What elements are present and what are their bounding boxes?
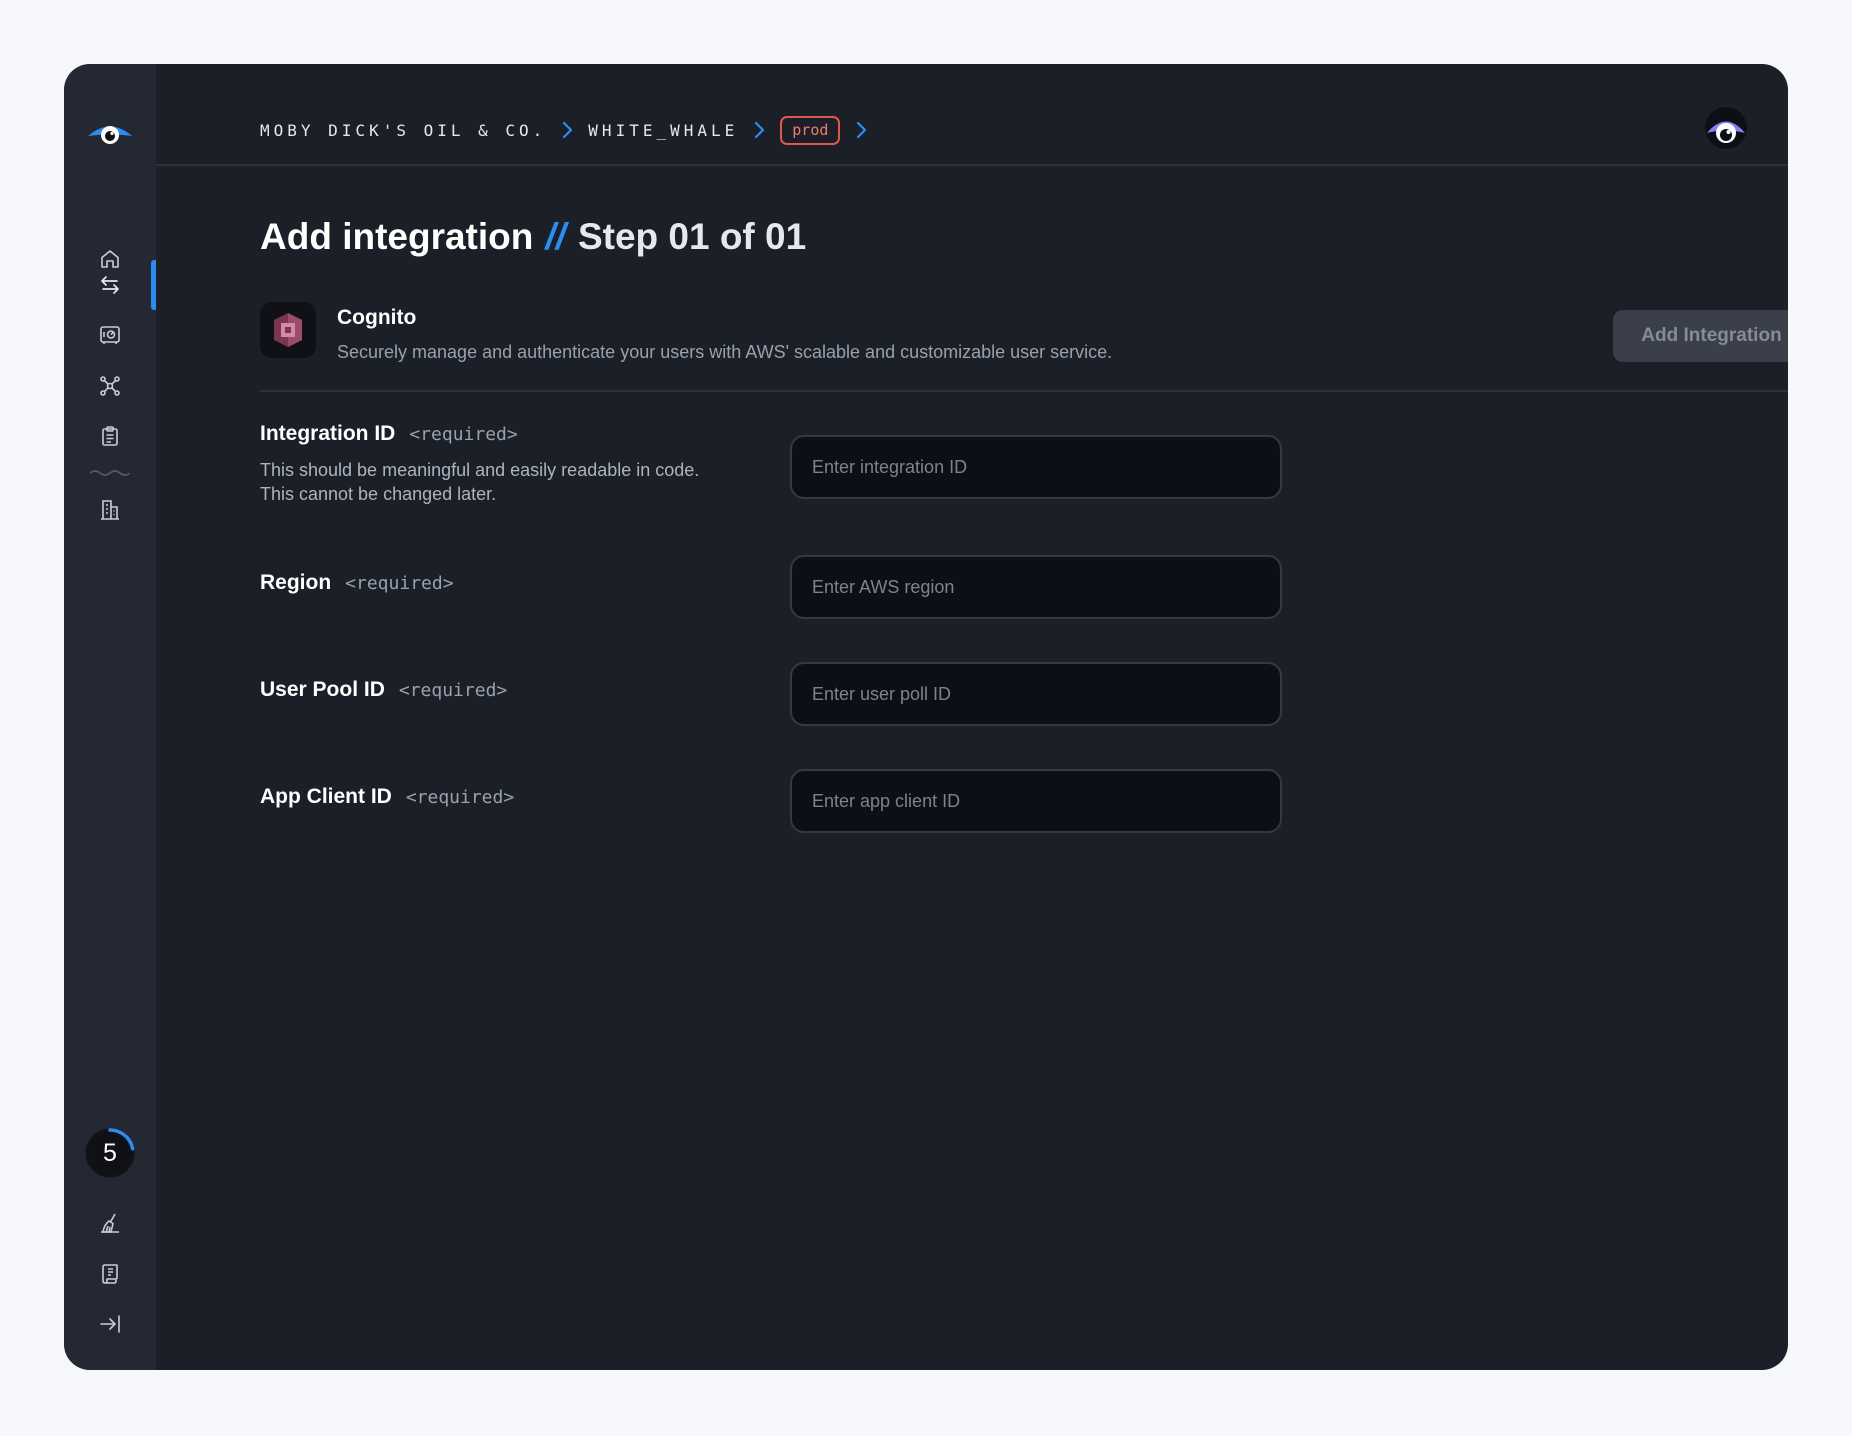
cognito-logo-icon: [260, 302, 316, 358]
building-icon: [101, 500, 119, 520]
broom-icon: [101, 1213, 119, 1233]
scroll-icon: [102, 1264, 118, 1284]
integration-id-input[interactable]: [790, 435, 1282, 499]
progress-count: 5: [103, 1138, 117, 1167]
clipboard-icon: [102, 426, 118, 446]
required-tag: <required>: [409, 424, 518, 445]
chevron-right-icon: [560, 121, 574, 139]
integration-id-label: Integration ID: [260, 422, 396, 445]
sidebar-item-organization[interactable]: [64, 485, 156, 535]
integration-header: Cognito Securely manage and authenticate…: [260, 302, 1788, 392]
region-input[interactable]: [790, 555, 1282, 619]
region-label: Region: [260, 571, 332, 594]
breadcrumb-org[interactable]: MOBY DICK'S OIL & CO.: [260, 121, 546, 140]
eye-logo-icon[interactable]: [86, 119, 134, 149]
swap-arrows-icon: [101, 276, 119, 294]
page-title: Add integration // Step 01 of 01: [260, 216, 806, 258]
page-title-text: Add integration: [260, 216, 534, 257]
sidebar-item-docs[interactable]: [64, 1249, 156, 1299]
required-tag: <required>: [398, 680, 508, 701]
sidebar-item-collapse[interactable]: [64, 1299, 156, 1349]
required-tag: <required>: [345, 573, 454, 594]
header-divider: [260, 390, 1788, 392]
step-indicator: Step 01 of 01: [577, 216, 807, 257]
app-client-id-label: App Client ID: [260, 785, 392, 808]
required-tag: <required>: [405, 787, 515, 808]
integration-description: Securely manage and authenticate your us…: [337, 342, 1113, 362]
add-integration-button[interactable]: Add Integration: [1613, 310, 1788, 362]
sidebar-item-connections[interactable]: [64, 361, 156, 411]
breadcrumb: MOBY DICK'S OIL & CO. WHITE_WHALE prod: [260, 114, 868, 146]
arrow-to-right-icon: [100, 1315, 120, 1333]
safe-icon: [100, 326, 120, 344]
user-pool-id-input[interactable]: [790, 662, 1282, 726]
sidebar-item-clipboard[interactable]: [64, 411, 156, 461]
user-avatar[interactable]: [1704, 106, 1748, 150]
top-bar: MOBY DICK'S OIL & CO. WHITE_WHALE prod: [156, 64, 1788, 166]
sidebar: 5: [64, 64, 156, 1370]
chevron-right-icon: [752, 121, 766, 139]
breadcrumb-project[interactable]: WHITE_WHALE: [588, 121, 738, 140]
sidebar-item-integrations[interactable]: [64, 260, 156, 310]
integration-name: Cognito: [337, 306, 417, 329]
environment-badge[interactable]: prod: [780, 115, 841, 145]
network-icon: [100, 376, 120, 396]
sidebar-item-vault[interactable]: [64, 310, 156, 360]
main-content: MOBY DICK'S OIL & CO. WHITE_WHALE prod A…: [156, 64, 1788, 1370]
chevron-right-icon[interactable]: [854, 121, 868, 139]
user-pool-id-label: User Pool ID: [260, 678, 385, 701]
app-window: 5 MOBY DICK'S OIL & CO. WHITE_WHALE prod…: [64, 64, 1788, 1370]
sidebar-item-clean[interactable]: [64, 1198, 156, 1248]
app-client-id-input[interactable]: [790, 769, 1282, 833]
wave-divider: [90, 470, 130, 476]
title-separator: //: [545, 216, 566, 257]
